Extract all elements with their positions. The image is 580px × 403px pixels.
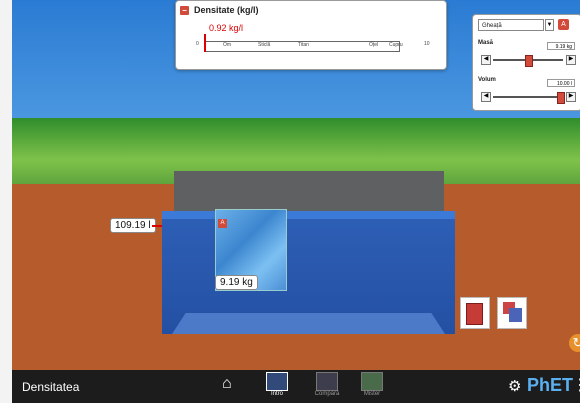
menu-icon[interactable]: ⋮ (572, 375, 580, 395)
material-select[interactable]: Gheață (478, 19, 544, 31)
single-block-icon (466, 303, 483, 325)
mass-value: 9.19 kg (547, 42, 575, 50)
pool (162, 171, 455, 336)
mass-decrement-button[interactable]: ◀ (481, 55, 491, 65)
intro-tab-icon (266, 372, 288, 391)
density-marker (204, 34, 206, 52)
material-sticla: Sticlă (258, 42, 271, 48)
volume-label: Volum (478, 77, 496, 83)
water-level-marker (152, 225, 162, 227)
material-otel: Oțel (369, 42, 379, 48)
material-om: Om (223, 42, 232, 48)
sim-title: Densitatea (22, 380, 80, 394)
density-max: 10 (424, 41, 430, 47)
volume-value: 10.00 l (547, 79, 575, 87)
reset-material-icon[interactable]: A (558, 19, 569, 30)
pool-back-wall (174, 171, 444, 214)
block-material-icon: A (218, 219, 227, 228)
home-icon[interactable]: ⌂ (222, 375, 232, 393)
gear-icon[interactable]: ⚙ (508, 377, 521, 395)
pool-floor (172, 313, 445, 334)
phet-logo[interactable]: PhET (527, 375, 573, 396)
tab-intro[interactable]: Intro (252, 370, 302, 403)
material-cupru: Cupru (389, 42, 403, 48)
collapse-icon[interactable]: − (180, 5, 189, 15)
tab-mister[interactable]: Mister (347, 370, 397, 403)
density-header: − Densitate (kg/l) (180, 5, 259, 15)
tab-compara[interactable]: Compară (302, 370, 352, 403)
left-edge (0, 0, 12, 403)
tab-compara-label: Compară (314, 391, 340, 397)
mister-tab-icon (361, 372, 383, 391)
compara-tab-icon (316, 372, 338, 391)
block-mass-label: 9.19 kg (215, 275, 258, 290)
density-title: Densitate (kg/l) (194, 5, 259, 15)
density-value: 0.92 kg/l (209, 23, 244, 33)
chevron-down-icon[interactable]: ▼ (545, 19, 554, 31)
reset-all-icon[interactable]: ↻ (569, 334, 580, 352)
density-panel: − Densitate (kg/l) 0.92 kg/l 0 10 Om Sti… (175, 0, 447, 70)
material-titan: Titan (298, 42, 309, 48)
mass-increment-button[interactable]: ▶ (566, 55, 576, 65)
water-volume-label: 109.19 l (110, 218, 156, 233)
simulation-stage: − Densitate (kg/l) 0.92 kg/l 0 10 Om Sti… (0, 0, 580, 403)
tab-intro-label: Intro (270, 391, 283, 397)
mass-label: Masă (478, 40, 494, 46)
volume-slider-thumb[interactable] (557, 92, 565, 104)
control-panel: Gheață ▼ A Masă 9.19 kg ◀ ▶ Volum 10.00 … (472, 14, 580, 111)
density-min: 0 (196, 41, 199, 47)
tab-mister-label: Mister (363, 391, 381, 397)
volume-decrement-button[interactable]: ◀ (481, 92, 491, 102)
volume-slider-track[interactable] (493, 96, 563, 98)
water-surface (162, 211, 455, 219)
nav-bar: Densitatea ⌂ Intro Compară Mister ⚙ PhET… (12, 370, 580, 403)
volume-increment-button[interactable]: ▶ (566, 92, 576, 102)
mass-slider-thumb[interactable] (525, 55, 533, 67)
blocks-icon-blue (509, 308, 522, 322)
